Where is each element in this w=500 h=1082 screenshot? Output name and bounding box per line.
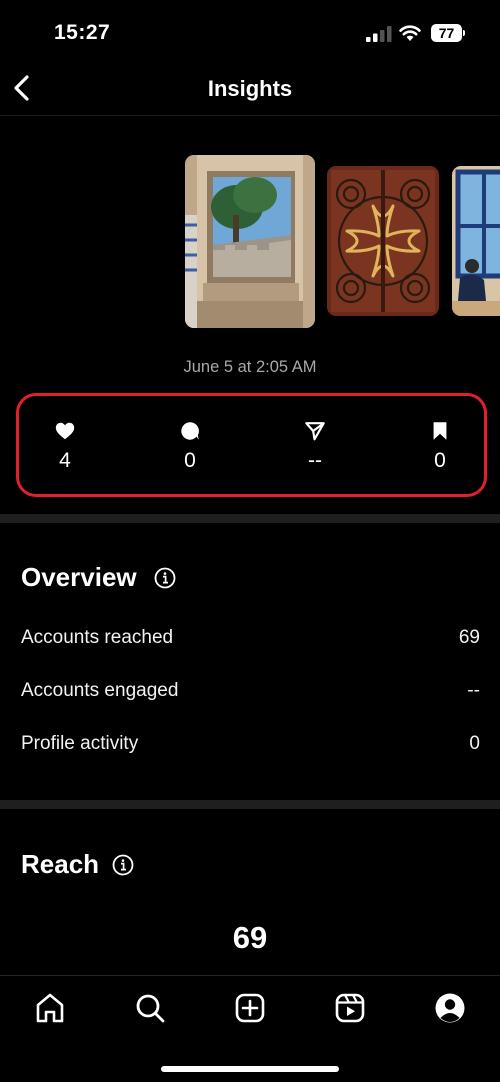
metric-label: Accounts engaged: [21, 680, 179, 701]
post-thumbnail-castle-window[interactable]: [185, 155, 315, 328]
post-carousel[interactable]: [185, 155, 500, 330]
home-icon[interactable]: [33, 991, 67, 1025]
metric-label: Profile activity: [21, 733, 139, 754]
cellular-signal-icon: [366, 26, 392, 42]
battery-level: 77: [438, 25, 455, 41]
saves-stat[interactable]: 0: [410, 420, 470, 473]
likes-stat[interactable]: 4: [35, 420, 95, 473]
reels-icon[interactable]: [333, 991, 367, 1025]
info-icon[interactable]: [154, 567, 176, 589]
send-icon: [305, 422, 325, 441]
shares-stat[interactable]: --: [285, 420, 345, 473]
reach-value: 69: [232, 920, 268, 955]
metric-label: Accounts reached: [21, 627, 174, 648]
saves-count: 0: [434, 449, 446, 472]
comments-count: 0: [184, 449, 196, 472]
metric-value: 0: [469, 733, 480, 754]
heart-icon: [55, 422, 75, 440]
wifi-icon: [399, 25, 421, 41]
bookmark-icon: [433, 422, 447, 440]
profile-activity-row[interactable]: Profile activity 0: [21, 731, 480, 761]
tab-bar: [0, 975, 500, 1082]
nav-bar: Insights: [0, 62, 500, 116]
interaction-stats: 4 0 -- 0: [16, 393, 487, 497]
post-date: June 5 at 2:05 AM: [183, 358, 317, 376]
status-time: 15:27: [54, 21, 111, 44]
reach-title: Reach: [21, 849, 100, 879]
comment-icon: [181, 422, 199, 440]
metric-value: --: [467, 680, 480, 701]
section-divider: [0, 514, 500, 523]
section-divider: [0, 800, 500, 809]
battery-icon: 77: [431, 24, 465, 42]
page-title: Insights: [207, 76, 293, 101]
info-icon[interactable]: [112, 854, 134, 876]
likes-count: 4: [59, 449, 71, 472]
post-thumbnail-window-person[interactable]: [452, 166, 500, 316]
overview-title: Overview: [21, 562, 137, 592]
create-icon[interactable]: [233, 991, 267, 1025]
status-bar: 15:27 77: [0, 0, 500, 62]
profile-icon[interactable]: [433, 991, 467, 1025]
shares-count: --: [308, 449, 322, 472]
home-indicator: [161, 1066, 339, 1072]
accounts-engaged-row[interactable]: Accounts engaged --: [21, 678, 480, 708]
accounts-reached-row[interactable]: Accounts reached 69: [21, 625, 480, 655]
search-icon[interactable]: [133, 991, 167, 1025]
metric-value: 69: [458, 627, 480, 648]
post-thumbnail-ornate-gate[interactable]: [327, 166, 439, 316]
comments-stat[interactable]: 0: [160, 420, 220, 473]
